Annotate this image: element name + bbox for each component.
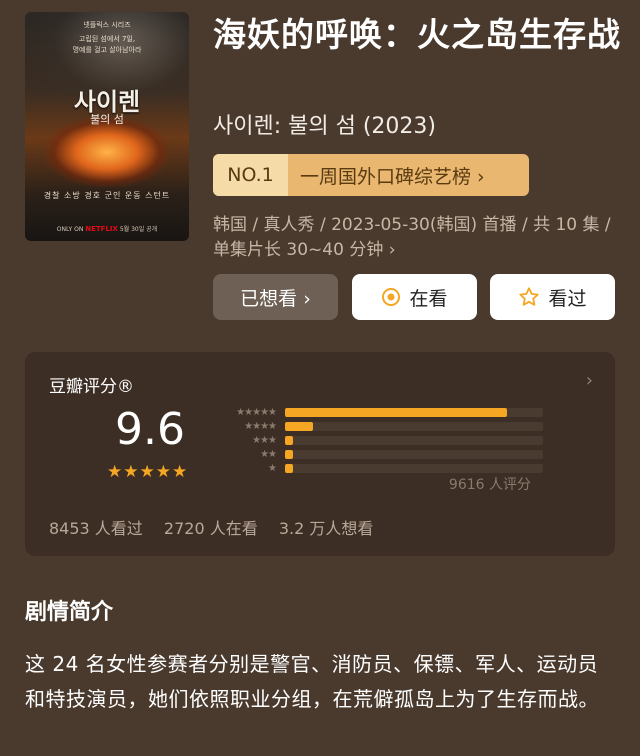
dist-bar-fill	[285, 464, 293, 473]
poster-tagline-2: 명예를 걸고 살아남아라	[72, 46, 142, 54]
rating-card[interactable]: 豆瓣评分® › 9.6 ★★★★★ ★★★★★ ★★★★ ★★★ ★★ ★ 96…	[25, 352, 615, 556]
poster-subtitle: 불의 섬	[90, 113, 124, 126]
star-outline-icon	[518, 286, 540, 308]
rating-dist-row: ★★★★★	[210, 407, 543, 418]
watching-count[interactable]: 2720 人在看	[164, 519, 258, 538]
dist-bar-track	[285, 464, 543, 473]
poster-only-on: ONLY ON	[56, 226, 84, 233]
want-count[interactable]: 3.2 万人想看	[279, 519, 374, 538]
dist-stars-label: ★★★★★	[236, 407, 277, 418]
dist-bar-track	[285, 436, 543, 445]
want-to-watch-label: 已想看 ›	[240, 287, 311, 310]
rating-dist-row: ★★★	[210, 435, 543, 446]
target-icon	[381, 287, 401, 307]
rating-stars: ★★★★★	[107, 462, 189, 482]
rating-stats: 8453 人看过 2720 人在看 3.2 万人想看	[49, 515, 389, 539]
dist-bar-fill	[285, 436, 293, 445]
dist-bar-fill	[285, 450, 293, 459]
rating-dist-row: ★★	[210, 449, 543, 460]
dist-stars-label: ★★★	[252, 435, 277, 446]
poster-fire	[45, 117, 169, 187]
dist-stars-label: ★	[268, 463, 277, 474]
chevron-right-icon[interactable]: ›	[586, 370, 593, 391]
synopsis-text: 这 24 名女性参赛者分别是警官、消防员、保镖、军人、运动员和特技演员，她们依照…	[25, 652, 599, 711]
dist-stars-label: ★★	[260, 449, 277, 460]
synopsis-heading: 剧情简介	[25, 600, 114, 625]
watched-label: 看过	[548, 287, 587, 310]
dist-bar-track	[285, 408, 543, 417]
watching-label: 在看	[409, 287, 448, 310]
dist-bar-track	[285, 422, 543, 431]
poster-names: 경찰 소방 경호 군인 운동 스턴트	[43, 191, 171, 200]
rating-score: 9.6	[115, 404, 185, 455]
watching-button[interactable]: 在看	[352, 274, 477, 320]
dist-stars-label: ★★★★	[244, 421, 277, 432]
rank-number: NO.1	[213, 154, 288, 196]
show-meta-info[interactable]: 韩国 / 真人秀 / 2023-05-30(韩国) 首播 / 共 10 集 / …	[213, 213, 618, 263]
rank-badge[interactable]: NO.1 一周国外口碑综艺榜 ›	[213, 154, 529, 196]
dist-bar-track	[285, 450, 543, 459]
show-title: 海妖的呼唤：火之岛生存战	[213, 15, 621, 54]
dist-bar-fill	[285, 422, 314, 431]
original-title: 사이렌: 불의 섬 (2023)	[213, 114, 436, 139]
poster-footer: ONLY ON NETFLIX 5월 30일 공개	[25, 224, 189, 233]
want-to-watch-button[interactable]: 已想看 ›	[213, 274, 338, 320]
rank-label: 一周国外口碑综艺榜 ›	[300, 165, 485, 188]
netflix-logo: NETFLIX	[85, 225, 118, 233]
rating-dist-row: ★★★★	[210, 421, 543, 432]
rating-dist-row: ★	[210, 463, 543, 474]
rating-heading: 豆瓣评分®	[49, 377, 134, 397]
poster-date: 5월 30일 공개	[119, 226, 158, 233]
watched-button[interactable]: 看过	[490, 274, 615, 320]
poster-presenter: 넷플릭스 시리즈	[83, 21, 131, 29]
poster-tagline-1: 고립된 섬에서 7일,	[78, 35, 136, 43]
rating-count: 9616 人评分	[448, 477, 531, 493]
watched-count[interactable]: 8453 人看过	[49, 519, 143, 538]
dist-bar-fill	[285, 408, 507, 417]
poster-image[interactable]: 넷플릭스 시리즈 고립된 섬에서 7일, 명예를 걸고 살아남아라 사이렌 불의…	[25, 12, 189, 241]
